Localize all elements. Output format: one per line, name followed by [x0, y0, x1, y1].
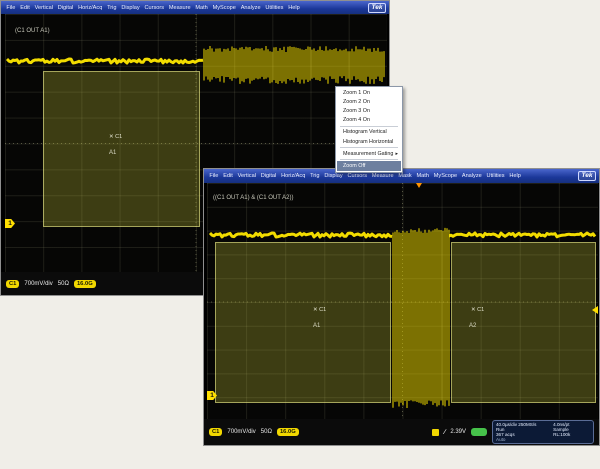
bandwidth-badge[interactable]: 16.0G	[74, 280, 96, 288]
context-menu-item[interactable]: Zoom 1 On	[337, 88, 401, 97]
trigger-level-readout[interactable]: 2.39V	[450, 429, 466, 435]
trigger-mode: Auto	[496, 437, 553, 442]
desktop: FileEditVerticalDigitalHoriz/AcqTrigDisp…	[0, 0, 600, 469]
zoom-context-menu: Zoom 1 On Zoom 2 On Zoom 3 On Zoom 4 On Hist…	[335, 86, 403, 173]
trace-label: (C1 OUT A1)	[15, 28, 50, 34]
context-menu-item-label: Histogram Vertical	[343, 129, 387, 135]
menu-item[interactable]: Vertical	[235, 173, 258, 179]
menu-item[interactable]: File	[207, 173, 221, 179]
context-menu-item-label: Measurement Gating	[343, 151, 393, 157]
menu-item[interactable]: Cursors	[142, 5, 166, 11]
channel-badge[interactable]: C1	[6, 280, 19, 288]
menu-bar: FileEditVerticalDigitalHoriz/AcqTrigDisp…	[1, 1, 389, 14]
waveform-display[interactable]: ((C1 OUT A1) & (C1 OUT A2)) ✕ C1 A1 ✕ C1…	[207, 183, 598, 421]
context-menu-item[interactable]: Measurement Gating▸	[337, 149, 401, 158]
menu-item[interactable]: Measure	[369, 173, 396, 179]
cursor-c1-a1[interactable]: ✕ C1	[313, 307, 326, 313]
menu-item[interactable]: Edit	[221, 173, 235, 179]
status-bar: C1 700mV/div 50Ω 16.0G ∕ 2.39V 40.0µs/di…	[204, 419, 599, 445]
menu-item[interactable]: Help	[507, 173, 523, 179]
cursor-c1-a2[interactable]: ✕ C1	[471, 307, 484, 313]
termination-readout: 50Ω	[58, 281, 69, 287]
menu-item[interactable]: Mask	[396, 173, 414, 179]
cursor-label: C1	[319, 307, 326, 313]
cursor-x-icon: ✕	[313, 307, 318, 313]
context-menu-item[interactable]: Histogram Horizontal	[337, 137, 401, 146]
menu-item[interactable]: MyScope	[431, 173, 459, 179]
menu-item[interactable]: Display	[322, 173, 345, 179]
menu-item[interactable]: Analyze	[238, 5, 263, 11]
submenu-arrow-icon: ▸	[395, 151, 398, 157]
context-menu-item-label: Zoom 1 On	[343, 90, 370, 96]
menu-item[interactable]: Help	[286, 5, 302, 11]
right-edge-marker-icon	[592, 306, 598, 314]
tek-logo: Tek	[578, 171, 596, 181]
menu-item[interactable]: Analyze	[459, 173, 484, 179]
context-menu-item[interactable]: Zoom 3 On	[337, 106, 401, 115]
status-green-badge[interactable]	[471, 428, 487, 436]
tek-logo: Tek	[368, 3, 386, 13]
vertical-scale-readout[interactable]: 700mV/div	[24, 281, 52, 287]
menu-item[interactable]: Math	[414, 173, 431, 179]
cursor-x-icon: ✕	[109, 134, 114, 140]
menu-item[interactable]: Utilities	[484, 173, 507, 179]
menu-separator	[340, 147, 398, 148]
zoom-area-a1[interactable]	[215, 242, 391, 403]
cursor-label: C1	[477, 307, 484, 313]
context-menu-item[interactable]: Zoom 4 On	[337, 116, 401, 125]
menu-item[interactable]: Digital	[258, 173, 278, 179]
cursor-x-icon: ✕	[471, 307, 476, 313]
menu-items: FileEditVerticalDigitalHoriz/AcqTrigDisp…	[207, 173, 523, 179]
menu-item[interactable]: Measure	[166, 5, 193, 11]
zoom-area-a2-label: A2	[469, 323, 476, 329]
info-panel-filler	[553, 437, 590, 442]
scope-window-front[interactable]: FileEditVerticalDigitalHoriz/AcqTrigDisp…	[203, 168, 600, 446]
context-menu-item-label: Zoom 4 On	[343, 117, 370, 123]
context-menu-item-label: Zoom 2 On	[343, 99, 370, 105]
trigger-position-marker-icon[interactable]	[416, 183, 422, 188]
menu-separator	[340, 159, 398, 160]
context-menu-item[interactable]: Zoom 2 On	[337, 97, 401, 106]
menu-item[interactable]: Math	[193, 5, 210, 11]
context-menu-item[interactable]: Histogram Vertical	[337, 128, 401, 137]
termination-readout: 50Ω	[261, 429, 272, 435]
trace-label: ((C1 OUT A1) & (C1 OUT A2))	[213, 195, 293, 201]
menu-item[interactable]: File	[4, 5, 18, 11]
trigger-slope-icon: ∕	[444, 429, 445, 436]
context-menu-item-label: Histogram Horizontal	[343, 139, 393, 145]
menu-item[interactable]: Edit	[18, 5, 32, 11]
vertical-scale-readout[interactable]: 700mV/div	[227, 429, 255, 435]
trigger-source-icon[interactable]	[432, 429, 439, 436]
cursor-c1[interactable]: ✕ C1	[109, 134, 122, 140]
context-menu-item-label: Zoom 3 On	[343, 108, 370, 114]
menu-item[interactable]: Horiz/Acq	[76, 5, 105, 11]
menu-item[interactable]: Cursors	[345, 173, 369, 179]
context-menu-item-label: Zoom Off	[343, 163, 365, 169]
channel-badge[interactable]: C1	[209, 428, 222, 436]
bandwidth-badge[interactable]: 16.0G	[277, 428, 299, 436]
zoom-area-a1-label: A1	[313, 323, 320, 329]
menu-item[interactable]: Trig	[308, 173, 322, 179]
menu-item[interactable]: Vertical	[32, 5, 55, 11]
cursor-label: C1	[115, 134, 122, 140]
menu-items: FileEditVerticalDigitalHoriz/AcqTrigDisp…	[4, 5, 302, 11]
menu-item[interactable]: Horiz/Acq	[279, 173, 308, 179]
acquisition-info-panel[interactable]: 40.0µs/div 250MS/s 4.0ns/pt Run Sample 3…	[492, 420, 594, 445]
menu-item[interactable]: MyScope	[210, 5, 238, 11]
zoom-area-a1[interactable]	[43, 71, 200, 227]
menu-item[interactable]: Digital	[55, 5, 75, 11]
context-menu-item[interactable]: Zoom Off	[337, 161, 401, 170]
menu-item[interactable]: Utilities	[263, 5, 286, 11]
menu-item[interactable]: Trig	[105, 5, 119, 11]
menu-item[interactable]: Display	[119, 5, 142, 11]
menu-separator	[340, 126, 398, 127]
zoom-area-a1-label: A1	[109, 150, 116, 156]
